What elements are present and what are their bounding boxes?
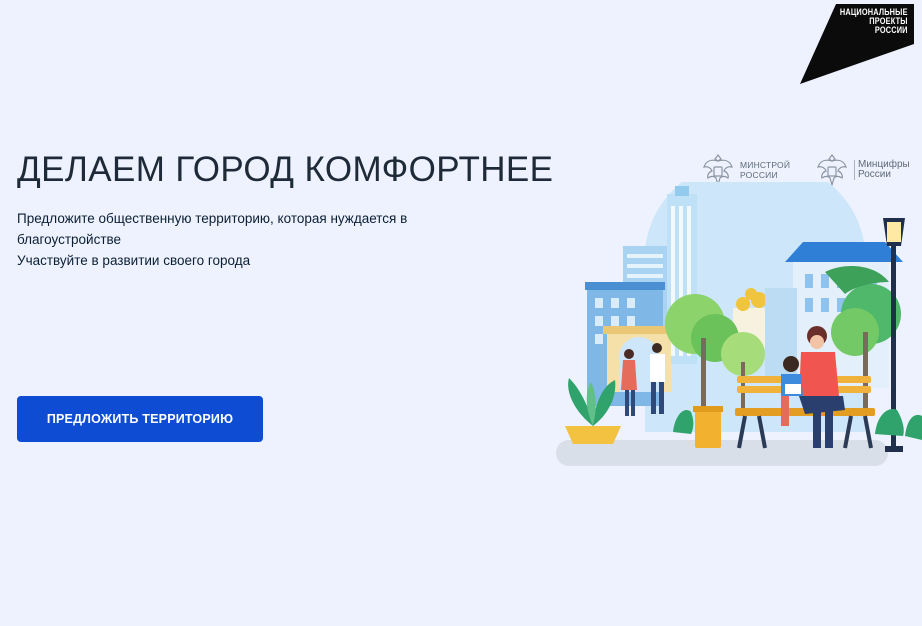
potted-plant — [565, 378, 621, 444]
national-projects-logo-text: НАЦИОНАЛЬНЫЕ ПРОЕКТЫ РОССИИ — [840, 8, 908, 35]
minstroy-line-2: РОССИИ — [740, 170, 778, 180]
national-projects-logo[interactable]: НАЦИОНАЛЬНЫЕ ПРОЕКТЫ РОССИИ — [800, 4, 914, 84]
minstroy-line-1: МИНСТРОЙ — [740, 160, 791, 170]
page-title: ДЕЛАЕМ ГОРОД КОМФОРТНЕЕ — [17, 150, 554, 189]
trash-bin — [693, 406, 723, 448]
minstroy-logo-text: МИНСТРОЙ РОССИИ — [740, 160, 790, 180]
city-park-illustration — [556, 182, 922, 466]
propose-territory-button[interactable]: ПРЕДЛОЖИТЬ ТЕРРИТОРИЮ — [17, 396, 263, 442]
logo-line-3: РОССИИ — [875, 25, 908, 35]
hero-description: Предложите общественную территорию, кото… — [17, 208, 457, 271]
mintsifry-line-2: России — [858, 169, 891, 180]
hero-description-line-1: Предложите общественную территорию, кото… — [17, 211, 408, 247]
hero-description-line-2: Участвуйте в развитии своего города — [17, 253, 251, 268]
mintsifry-logo-text: Минцифры России — [854, 160, 910, 180]
